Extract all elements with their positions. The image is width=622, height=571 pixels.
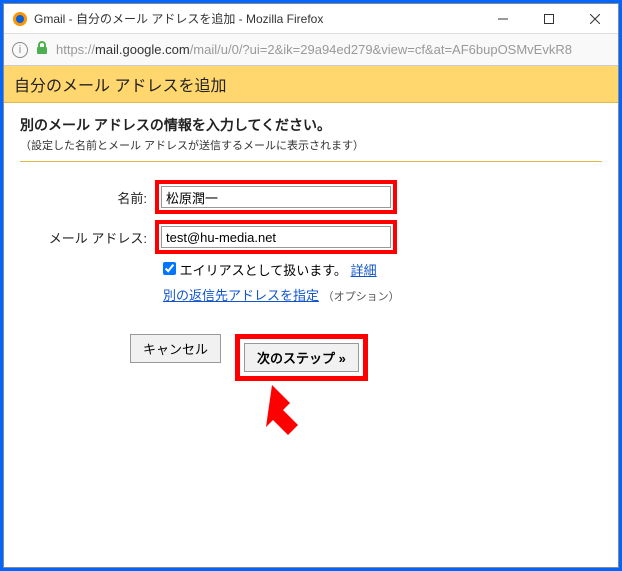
highlight-name (155, 180, 397, 214)
sub-text: （設定した名前とメール アドレスが送信するメールに表示されます） (20, 137, 602, 153)
window-buttons (480, 4, 618, 34)
lead-text: 別のメール アドレスの情報を入力してください。 (20, 115, 602, 135)
address-bar: i https://mail.google.com/mail/u/0/?ui=2… (4, 34, 618, 66)
browser-window: Gmail - 自分のメール アドレスを追加 - Mozilla Firefox… (3, 3, 619, 568)
reply-row: 別の返信先アドレスを指定 （オプション） (163, 285, 602, 304)
page-header: 自分のメール アドレスを追加 (4, 66, 618, 103)
url-host: mail.google.com (95, 42, 190, 57)
url-display[interactable]: https://mail.google.com/mail/u/0/?ui=2&i… (56, 42, 610, 57)
alias-row: エイリアスとして扱います。 詳細 (163, 260, 602, 279)
row-name: 名前: (20, 180, 602, 214)
action-row: キャンセル 次のステップ » (130, 334, 602, 381)
highlight-email (155, 220, 397, 254)
name-label: 名前: (20, 188, 155, 207)
page-title: 自分のメール アドレスを追加 (14, 78, 226, 95)
row-email: メール アドレス: (20, 220, 602, 254)
reply-suffix: （オプション） (323, 291, 400, 303)
window-title: Gmail - 自分のメール アドレスを追加 - Mozilla Firefox (34, 10, 323, 27)
alias-checkbox[interactable] (163, 262, 176, 275)
name-input[interactable] (161, 186, 391, 208)
page-body: 別のメール アドレスの情報を入力してください。 （設定した名前とメール アドレス… (4, 103, 618, 470)
url-path: /mail/u/0/?ui=2&ik=29a94ed279&view=cf&at… (190, 42, 572, 57)
alias-label: エイリアスとして扱います。 (180, 263, 347, 278)
window-titlebar: Gmail - 自分のメール アドレスを追加 - Mozilla Firefox (4, 4, 618, 34)
cancel-button[interactable]: キャンセル (130, 334, 221, 363)
reply-link[interactable]: 別の返信先アドレスを指定 (163, 288, 319, 303)
titlebar-left: Gmail - 自分のメール アドレスを追加 - Mozilla Firefox (12, 10, 323, 27)
close-button[interactable] (572, 4, 618, 34)
annotation-arrow (250, 385, 602, 458)
highlight-next: 次のステップ » (235, 334, 368, 381)
maximize-button[interactable] (526, 4, 572, 34)
email-input[interactable] (161, 226, 391, 248)
form: 名前: メール アドレス: エイリアスとして扱います。 詳細 (20, 180, 602, 458)
divider (20, 161, 602, 162)
minimize-button[interactable] (480, 4, 526, 34)
email-label: メール アドレス: (20, 228, 155, 247)
site-info-icon[interactable]: i (12, 42, 28, 58)
next-step-button[interactable]: 次のステップ » (244, 343, 359, 372)
lock-icon (36, 41, 48, 58)
page-content: 自分のメール アドレスを追加 別のメール アドレスの情報を入力してください。 （… (4, 66, 618, 567)
url-scheme: https:// (56, 42, 95, 57)
firefox-icon (12, 11, 28, 27)
alias-detail-link[interactable]: 詳細 (351, 263, 377, 278)
